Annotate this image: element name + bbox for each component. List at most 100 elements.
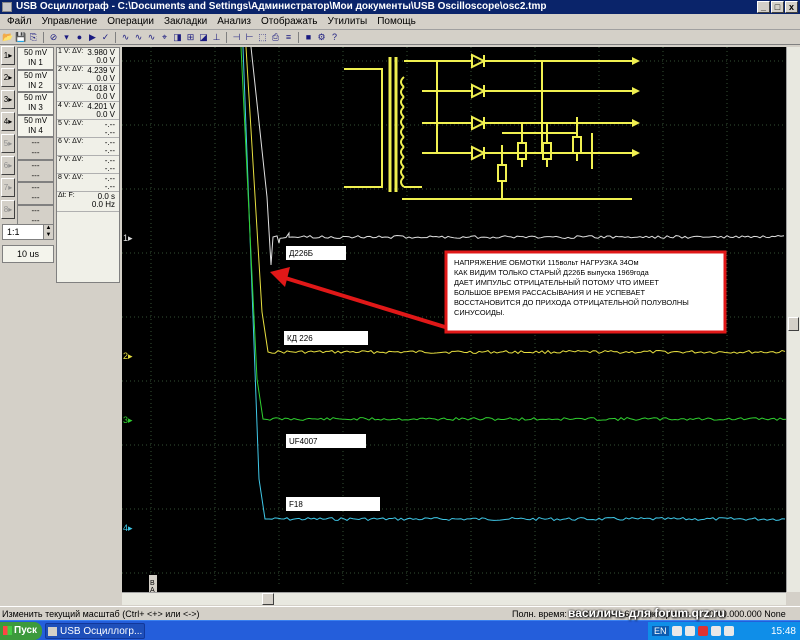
measure-icon[interactable]: ✓ — [100, 32, 111, 43]
channel-toggle-button-1[interactable]: 1▸ — [1, 46, 15, 65]
tray-security-icon[interactable] — [710, 626, 721, 636]
channel-toggle-button-5[interactable]: 5▸ — [1, 134, 15, 153]
export-icon[interactable]: ⬚ — [257, 32, 268, 43]
tray-speaker-icon[interactable] — [684, 626, 695, 636]
measurement-delta: 0.0 V — [96, 110, 115, 119]
channel-toggle-button-3[interactable]: 3▸ — [1, 90, 15, 109]
minimize-button[interactable]: _ — [757, 1, 770, 13]
open-icon[interactable]: 📂 — [2, 32, 13, 43]
menu-file[interactable]: Файл — [2, 16, 37, 27]
zoom-icon[interactable]: ⌖ — [159, 32, 170, 43]
stop-icon[interactable]: ⊘ — [48, 32, 59, 43]
vertical-scrollbar[interactable] — [786, 47, 800, 592]
annotation-line: БОЛЬШОЕ ВРЕМЯ РАССАСЫВАНИЯ И НЕ УСПЕВАЕТ — [454, 288, 645, 297]
channel-setting-4[interactable]: 50 mV IN 4 — [17, 114, 54, 137]
schematic-line — [400, 116, 405, 128]
scale-spinner[interactable]: ▲ ▼ — [43, 225, 53, 239]
menu-analysis[interactable]: Анализ — [212, 16, 256, 27]
channel-setting-3[interactable]: 50 mV IN 3 — [17, 92, 54, 115]
channel-toggle-button-7[interactable]: 7▸ — [1, 178, 15, 197]
horizontal-scroll-thumb[interactable] — [262, 593, 274, 605]
timebase-display[interactable]: 10 us — [2, 245, 54, 263]
schematic-line — [400, 106, 405, 118]
fit-icon[interactable]: ⊥ — [211, 32, 222, 43]
channel-setting-5[interactable]: --- --- — [17, 137, 54, 160]
single-icon[interactable]: ▶ — [87, 32, 98, 43]
start-button[interactable]: Пуск — [0, 622, 42, 640]
channel-volts: 50 mV — [23, 115, 48, 125]
horizontal-scrollbar[interactable] — [122, 592, 786, 605]
fft-icon[interactable]: ⊢ — [244, 32, 255, 43]
start-label: Пуск — [14, 625, 38, 636]
output-arrow — [632, 149, 640, 157]
oscilloscope-screen[interactable]: 1▸ 2▸ 3▸ 4▸ Д226Б КД 226 UF4007 F18 НАПРЯЖЕНИЕ О… — [122, 47, 786, 592]
dropdown-icon[interactable]: ▾ — [61, 32, 72, 43]
clock: 15:48 — [770, 625, 796, 637]
cursor-icon[interactable]: ∿ — [120, 32, 131, 43]
save-icon[interactable]: 💾 — [15, 32, 26, 43]
math-icon[interactable]: ⊣ — [231, 32, 242, 43]
channel-setting-7[interactable]: --- --- — [17, 182, 54, 205]
channel-volts: 50 mV — [23, 93, 48, 102]
scale-icon[interactable]: ◨ — [172, 32, 183, 43]
menu-utilities[interactable]: Утилиты — [323, 16, 373, 27]
settings-icon[interactable]: ⚙ — [316, 32, 327, 43]
channel-setting-2[interactable]: 50 mV IN 2 — [17, 69, 54, 92]
toolbar-separator — [43, 32, 44, 43]
measurement-delta: 0.0 V — [96, 74, 115, 83]
record-icon[interactable]: ● — [74, 32, 85, 43]
tray-network-icon[interactable] — [671, 626, 682, 636]
cursor-b-icon[interactable]: ∿ — [146, 32, 157, 43]
trace-label-kd226: КД 226 — [287, 334, 313, 343]
channel-toggle-button-8[interactable]: 8▸ — [1, 200, 15, 219]
print-icon[interactable]: ⎙ — [270, 32, 281, 43]
measurement-row: 1 V: ΔV: 3.980 V 0.0 V — [57, 48, 119, 66]
schematic-line — [400, 156, 405, 168]
cursor-a-icon[interactable]: ∿ — [133, 32, 144, 43]
measurement-delta: 0.0 V — [96, 92, 115, 101]
measurement-label: 4 V: ΔV: — [58, 102, 84, 109]
measurement-row: 2 V: ΔV: 4.239 V 0.0 V — [57, 66, 119, 84]
channel-toggle-button-2[interactable]: 2▸ — [1, 68, 15, 87]
channel-toggle-button-6[interactable]: 6▸ — [1, 156, 15, 175]
measurement-row: 4 V: ΔV: 4.201 V 0.0 V — [57, 102, 119, 120]
measurement-label: Δt: F: — [58, 192, 75, 199]
toolbar-separator — [115, 32, 116, 43]
grid-icon[interactable]: ⊞ — [185, 32, 196, 43]
menu-operations[interactable]: Операции — [102, 16, 159, 27]
measurement-row: 7 V: ΔV: -.-- -.-- — [57, 156, 119, 174]
channel-input: IN 3 — [28, 103, 43, 112]
menu-control[interactable]: Управление — [37, 16, 103, 27]
list-icon[interactable]: ≡ — [283, 32, 294, 43]
scale-input[interactable]: 1:1 ▲ ▼ — [2, 224, 54, 240]
copy-icon[interactable]: ⎘ — [28, 32, 39, 43]
tray-monitor-icon[interactable] — [723, 626, 734, 636]
channel-input: IN 4 — [28, 125, 43, 135]
menu-help[interactable]: Помощь — [372, 16, 421, 27]
channel-setting-1[interactable]: 50 mV IN 1 — [17, 47, 54, 70]
status-time: Полн. время: 00:00:00.546.631 Тек. время… — [512, 609, 786, 619]
annotation-line: НАПРЯЖЕНИЕ ОБМОТКИ 115вольт НАГРУЗКА 34О… — [454, 258, 639, 267]
measurement-label: 8 V: ΔV: — [58, 174, 84, 181]
vertical-scroll-thumb[interactable] — [788, 317, 799, 331]
close-button[interactable]: x — [785, 1, 798, 13]
annotation-line: ДАЕТ ИМПУЛЬС ОТРИЦАТЕЛЬНЫЙ ПОТОМУ ЧТО ИМ… — [454, 278, 659, 287]
language-indicator[interactable]: EN — [652, 626, 669, 636]
menu-bookmarks[interactable]: Закладки — [159, 16, 212, 27]
taskbar-app-button[interactable]: USB Осциллогр... — [45, 623, 145, 639]
title-bar: USB Осциллограф - C:\Documents and Setti… — [0, 0, 800, 14]
toolbar: 📂 💾 ⎘ ⊘ ▾ ● ▶ ✓ ∿ ∿ ∿ ⌖ ◨ ⊞ ◪ ⊥ ⊣ ⊢ ⬚ ⎙ ≡ ■ ⚙? — [0, 31, 800, 45]
trace-label-d226b: Д226Б — [289, 249, 313, 258]
marker-icon[interactable]: ◪ — [198, 32, 209, 43]
channel-setting-6[interactable]: --- --- — [17, 159, 54, 182]
windows-flag-icon — [3, 626, 12, 635]
stop2-icon[interactable]: ■ — [303, 32, 314, 43]
channel-toggle-button-4[interactable]: 4▸ — [1, 112, 15, 131]
menu-display[interactable]: Отображать — [256, 16, 322, 27]
channel-input: IN 2 — [28, 80, 43, 90]
help-icon[interactable]: ? — [329, 32, 340, 43]
diode-symbol — [471, 115, 487, 131]
load-resistor — [497, 164, 507, 182]
tray-antivirus-icon[interactable] — [697, 626, 708, 636]
maximize-button[interactable]: □ — [771, 1, 784, 13]
